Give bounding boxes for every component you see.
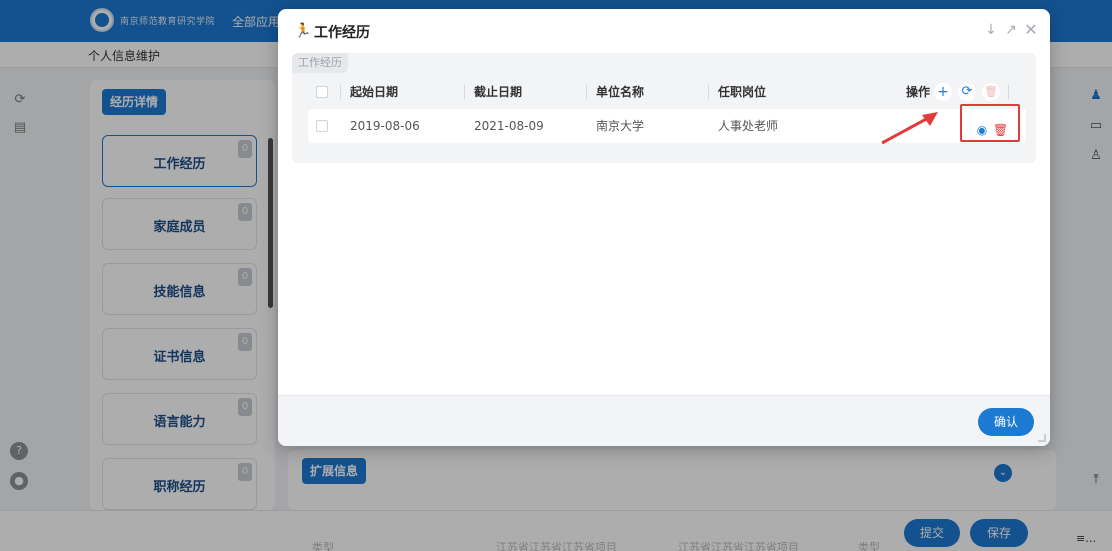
row-checkbox[interactable] — [316, 120, 328, 132]
column-header-end-date[interactable]: 截止日期 — [474, 75, 522, 109]
add-icon[interactable]: + — [934, 83, 952, 101]
column-header-position[interactable]: 任职岗位 — [718, 75, 766, 109]
runner-icon: 🏃 — [294, 23, 312, 39]
view-eye-icon[interactable]: ◉ — [975, 123, 989, 137]
table-header-row: 起始日期 截止日期 单位名称 任职岗位 操作 + ⟳ 🗑 — [308, 75, 1026, 109]
section-tag: 工作经历 — [292, 53, 348, 73]
column-header-unit[interactable]: 单位名称 — [596, 75, 644, 109]
resize-handle[interactable] — [1038, 434, 1046, 442]
dialog-header: 🏃 工作经历 ↓ ↗ ✕ — [278, 9, 1050, 53]
cell-unit: 南京大学 — [596, 119, 645, 133]
cell-end-date: 2021-08-09 — [474, 119, 544, 133]
delete-icon[interactable]: 🗑 — [982, 83, 1000, 101]
cell-start-date: 2019-08-06 — [350, 119, 420, 133]
dialog-footer: 确认 — [278, 395, 1050, 446]
maximize-icon[interactable]: ↗ — [1003, 22, 1019, 38]
work-experience-dialog: 🏃 工作经历 ↓ ↗ ✕ 工作经历 起始日期 截止日期 单位名称 任职岗位 操作… — [278, 9, 1050, 446]
column-header-start-date[interactable]: 起始日期 — [350, 75, 398, 109]
select-all-checkbox[interactable] — [316, 86, 328, 98]
delete-icon[interactable]: 🗑 — [993, 123, 1008, 137]
annotation-arrow — [881, 112, 938, 145]
refresh-icon[interactable]: ⟳ — [958, 83, 976, 101]
annotation-highlight-box — [960, 104, 1020, 142]
dialog-title: 工作经历 — [314, 25, 370, 41]
arrow-down-icon[interactable]: ↓ — [983, 22, 999, 38]
cell-position: 人事处老师 — [718, 119, 779, 133]
column-header-operations: 操作 — [906, 85, 931, 99]
confirm-button[interactable]: 确认 — [978, 408, 1034, 436]
close-icon[interactable]: ✕ — [1023, 22, 1039, 38]
